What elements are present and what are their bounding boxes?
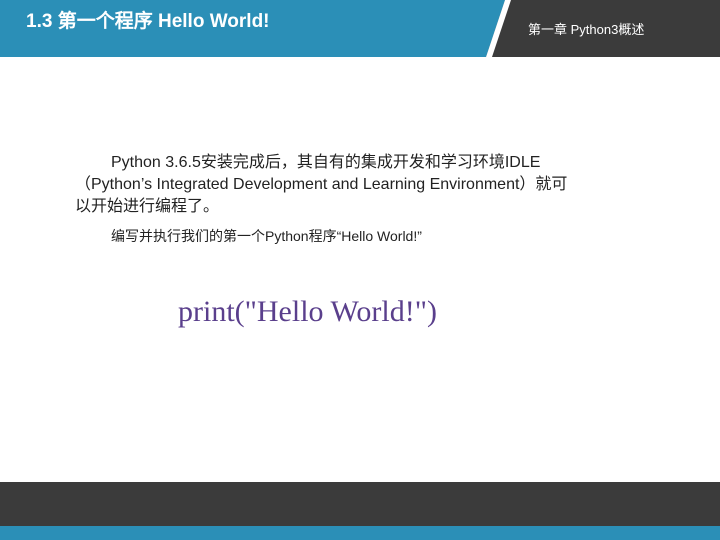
footer-accent-stripe [0, 526, 720, 540]
slide-header: 1.3 第一个程序 Hello World! 第一章 Python3概述 [0, 0, 720, 57]
slide-title: 1.3 第一个程序 Hello World! [26, 11, 270, 32]
chapter-label: 第一章 Python3概述 [528, 22, 645, 37]
footer-bar [0, 482, 720, 526]
code-example: print("Hello World!") [178, 295, 437, 328]
instruction-text: 编写并执行我们的第一个Python程序“Hello World!” [111, 228, 422, 244]
intro-paragraph: Python 3.6.5安装完成后，其自有的集成开发和学习环境IDLE（Pyth… [75, 154, 568, 215]
